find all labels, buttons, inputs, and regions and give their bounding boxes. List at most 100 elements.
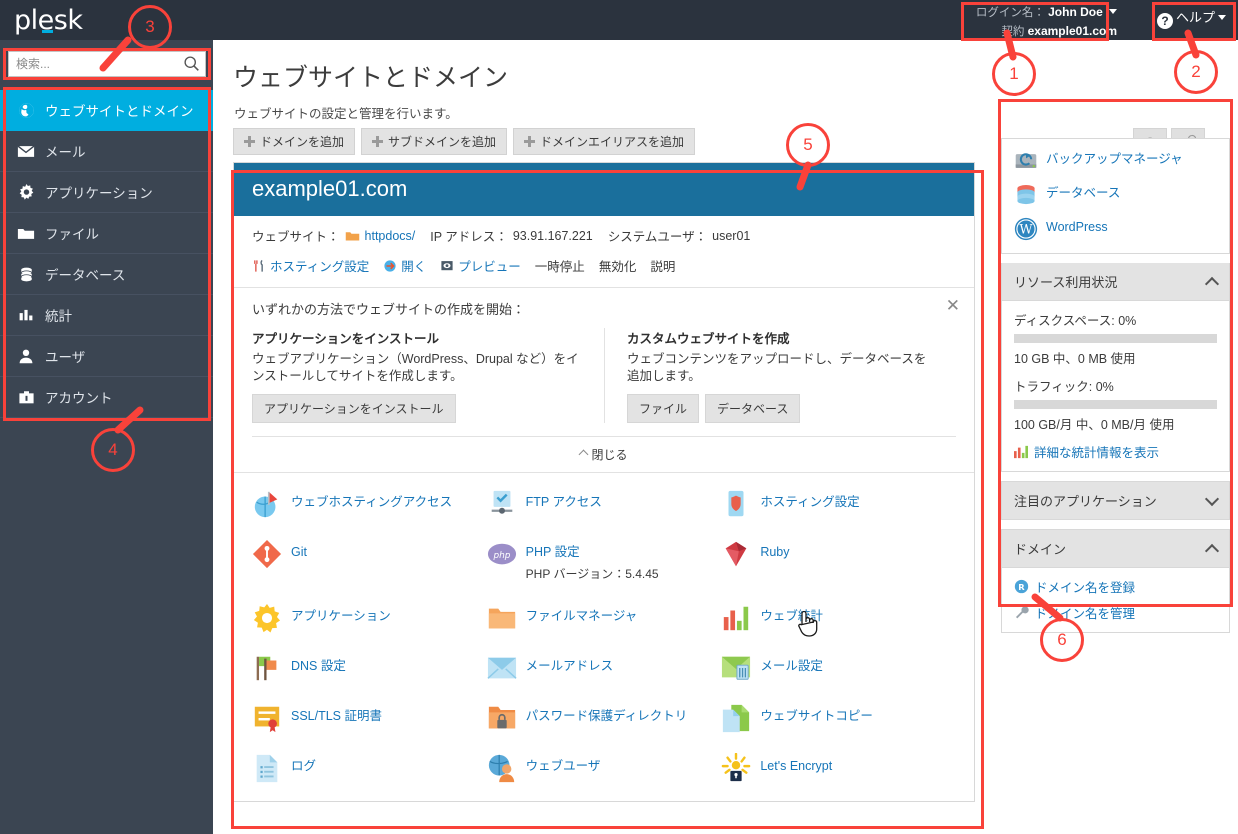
ruby-icon [726,541,747,567]
plesk-screen: plesk ログイン名： John Doe 契約 example01.com ?… [0,0,1238,834]
page-title: ウェブサイトとドメイン [233,64,509,92]
sidebar-item-websites-domains[interactable]: ウェブサイトとドメイン [0,90,213,131]
tool-web-hosting-access[interactable]: ウェブホスティングアクセス [252,489,487,519]
tools-icon [254,259,263,272]
ip-value: 93.91.167.221 [512,228,593,243]
left-sidebar: ウェブサイトとドメイン メール アプリケーション ファイル [0,40,213,834]
promo-title: いずれかの方法でウェブサイトの作成を開始： [252,302,526,317]
suspend-action[interactable]: 一時停止 [535,256,585,275]
tool-ssl-certificate[interactable]: SSL/TLS 証明書 [252,703,487,733]
quick-link-label: バックアップマネージャ [1046,152,1183,166]
tool-lets-encrypt[interactable]: Let's Encrypt [721,753,956,783]
tool-mail-settings[interactable]: メール設定 [721,653,956,683]
tool-logs[interactable]: ログ [252,753,487,783]
help-label: ヘルプ [1175,10,1215,25]
plus-icon [244,136,255,147]
tool-web-users[interactable]: ウェブユーザ [487,753,722,783]
add-domain-button[interactable]: ドメインを追加 [233,128,356,155]
tool-hosting-settings[interactable]: ホスティング設定 [721,489,956,519]
sidebar-item-applications[interactable]: アプリケーション [0,172,213,213]
register-domain-link[interactable]: R ドメイン名を登録 [1014,577,1217,596]
login-info[interactable]: ログイン名： John Doe 契約 example01.com [970,1,1125,43]
tool-label: DNS 設定 [291,659,346,673]
hosting-access-icon [254,491,278,518]
quick-link-databases[interactable]: データベース [1014,183,1217,207]
tool-file-manager[interactable]: ファイルマネージャ [487,603,722,633]
sidebar-item-label: ファイル [45,227,99,242]
tool-label: ウェブ統計 [760,609,823,623]
tool-label: Git [291,545,307,559]
button-label: ドメインを追加 [260,135,345,149]
sidebar-item-users[interactable]: ユーザ [0,336,213,377]
search-input[interactable] [8,51,206,77]
databases-button[interactable]: データベース [705,394,801,423]
collapse-promo-link[interactable]: 閉じる [252,436,956,472]
install-application-button[interactable]: アプリケーションをインストール [252,394,456,423]
sidebar-item-label: 統計 [45,309,72,324]
sidebar-item-databases[interactable]: データベース [0,254,213,295]
php-version-text: PHP バージョン：5.4.45 [525,567,659,581]
promo-text: ウェブアプリケーション（WordPress、Drupal など）をインストールし… [252,352,579,383]
tool-git[interactable]: Git [252,539,487,583]
tool-applications[interactable]: アプリケーション [252,603,487,633]
backup-manager-icon [1015,153,1037,168]
sidebar-nav: ウェブサイトとドメイン メール アプリケーション ファイル データベース 統計 … [0,90,213,418]
tool-ruby[interactable]: Ruby [721,539,956,583]
promo-text: ウェブコンテンツをアップロードし、データベースを追加します。 [627,352,927,383]
tool-website-copying[interactable]: ウェブサイトコピー [721,703,956,733]
svg-text:W: W [1019,223,1033,238]
quick-link-wordpress[interactable]: W WordPress [1014,217,1217,241]
file-manager-icon [488,608,515,629]
disk-space-note: 10 GB 中、0 MB 使用 [1014,352,1136,366]
tool-ftp-access[interactable]: FTP アクセス [487,489,722,519]
description-action[interactable]: 説明 [650,256,675,275]
disable-action[interactable]: 無効化 [599,256,637,275]
page-toolbar: ドメインを追加 サブドメインを追加 ドメインエイリアスを追加 [233,128,696,155]
tool-label: ウェブユーザ [525,759,601,773]
domain-name-header: example01.com [234,163,974,216]
sidebar-item-statistics[interactable]: 統計 [0,295,213,336]
tool-web-statistics[interactable]: ウェブ統計 [721,603,956,633]
bar-chart-icon [1014,445,1028,458]
files-button[interactable]: ファイル [627,394,700,423]
open-action[interactable]: 開く [383,256,426,275]
bar-chart-icon [16,305,36,325]
tool-label: FTP アクセス [525,495,602,509]
mail-address-icon [487,657,517,679]
tool-label: SSL/TLS 証明書 [291,709,382,723]
detailed-statistics-link[interactable]: 詳細な統計情報を表示 [1014,442,1217,461]
close-icon[interactable]: ✕ [946,297,960,314]
svg-text:R: R [1018,582,1025,592]
register-domain-icon: R [1014,579,1029,594]
hosting-settings-action[interactable]: ホスティング設定 [252,256,369,275]
tool-protected-directories[interactable]: パスワード保護ディレクトリ [487,703,722,733]
preview-action[interactable]: プレビュー [440,256,521,275]
quick-link-backup-manager[interactable]: バックアップマネージャ [1014,149,1217,173]
sidebar-item-mail[interactable]: メール [0,131,213,172]
tool-label: パスワード保護ディレクトリ [525,709,688,723]
tool-label: Ruby [760,545,790,559]
help-menu[interactable]: ? ヘルプ [1151,4,1232,32]
manage-domain-link[interactable]: ドメイン名を管理 [1014,603,1217,622]
promo-heading: カスタムウェブサイトを作成 [627,332,790,346]
ftp-access-icon [491,490,512,514]
sidebar-item-files[interactable]: ファイル [0,213,213,254]
website-path-link[interactable]: httpdocs/ [365,229,416,243]
domains-section-header[interactable]: ドメイン [1001,529,1230,568]
featured-applications-header[interactable]: 注目のアプリケーション [1001,481,1230,520]
quick-link-label: WordPress [1046,220,1108,234]
add-subdomain-button[interactable]: サブドメインを追加 [361,128,508,155]
login-name-row[interactable]: ログイン名： John Doe [976,3,1117,22]
tool-dns-settings[interactable]: DNS 設定 [252,653,487,683]
tool-php-settings[interactable]: php PHP 設定 PHP バージョン：5.4.45 [487,539,722,583]
top-bar: plesk ログイン名： John Doe 契約 example01.com ?… [0,0,1238,40]
add-domain-alias-button[interactable]: ドメインエイリアスを追加 [513,128,696,155]
sidebar-item-account[interactable]: アカウント [0,377,213,418]
section-title: 注目のアプリケーション [1014,494,1157,509]
search-box[interactable] [8,51,206,77]
tool-mail-addresses[interactable]: メールアドレス [487,653,722,683]
resource-usage-header[interactable]: リソース利用状況 [1001,263,1230,301]
login-user-name: John Doe [1048,5,1103,19]
website-copy-icon [723,704,750,733]
tool-label-text: PHP 設定 [525,545,580,559]
